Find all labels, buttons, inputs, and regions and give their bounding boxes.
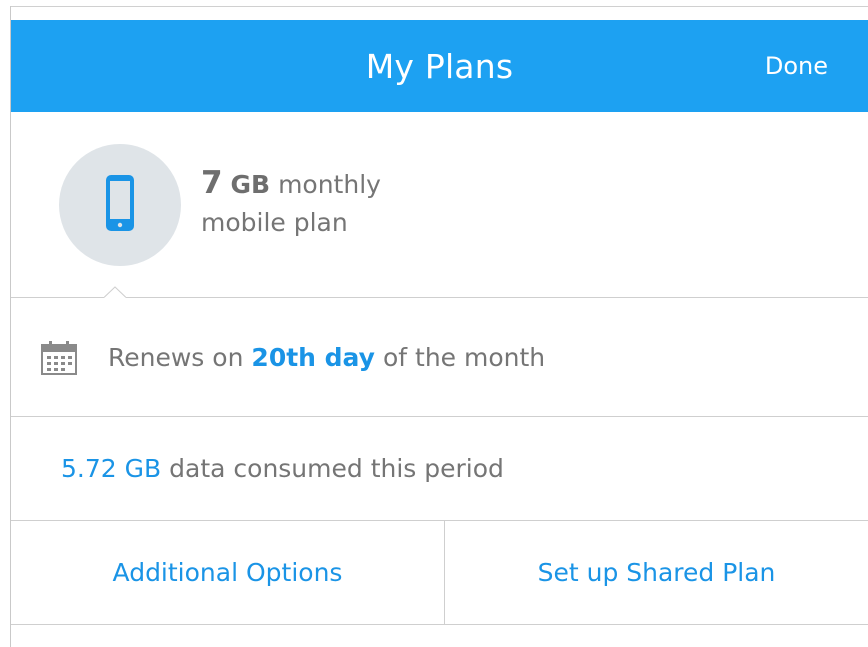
- plan-summary[interactable]: 7 GB monthly mobile plan: [11, 112, 868, 297]
- plan-avatar: [59, 144, 181, 266]
- plan-line-1: 7 GB monthly: [201, 164, 381, 204]
- header-bar: My Plans Done: [11, 20, 868, 112]
- shared-plan-button[interactable]: Set up Shared Plan: [445, 521, 868, 624]
- usage-text: 5.72 GB data consumed this period: [61, 417, 504, 520]
- renewal-row: Renews on 20th day of the month: [11, 298, 868, 417]
- renewal-suffix: of the month: [382, 342, 546, 372]
- phone-icon: [106, 175, 134, 231]
- plan-line-2: mobile plan: [201, 208, 348, 237]
- usage-row: 5.72 GB data consumed this period: [11, 417, 868, 521]
- usage-amount: 5.72 GB: [61, 454, 162, 483]
- plan-description: 7 GB monthly mobile plan: [201, 164, 381, 242]
- plan-period: monthly: [278, 170, 381, 199]
- selection-notch: [104, 286, 126, 298]
- page-title: My Plans: [365, 46, 514, 86]
- done-button[interactable]: Done: [765, 20, 828, 112]
- actions-row: Additional Options Set up Shared Plan: [11, 521, 868, 625]
- frame-top-border: [10, 6, 868, 7]
- plan-amount: 7: [201, 165, 223, 201]
- renewal-prefix: Renews on: [108, 342, 244, 372]
- renewal-day[interactable]: 20th day: [251, 343, 375, 372]
- additional-options-button[interactable]: Additional Options: [11, 521, 444, 624]
- renewal-text: Renews on 20th day of the month: [108, 298, 545, 416]
- usage-label: data consumed this period: [169, 454, 504, 483]
- calendar-icon: [41, 341, 77, 375]
- plan-unit: GB: [230, 170, 271, 199]
